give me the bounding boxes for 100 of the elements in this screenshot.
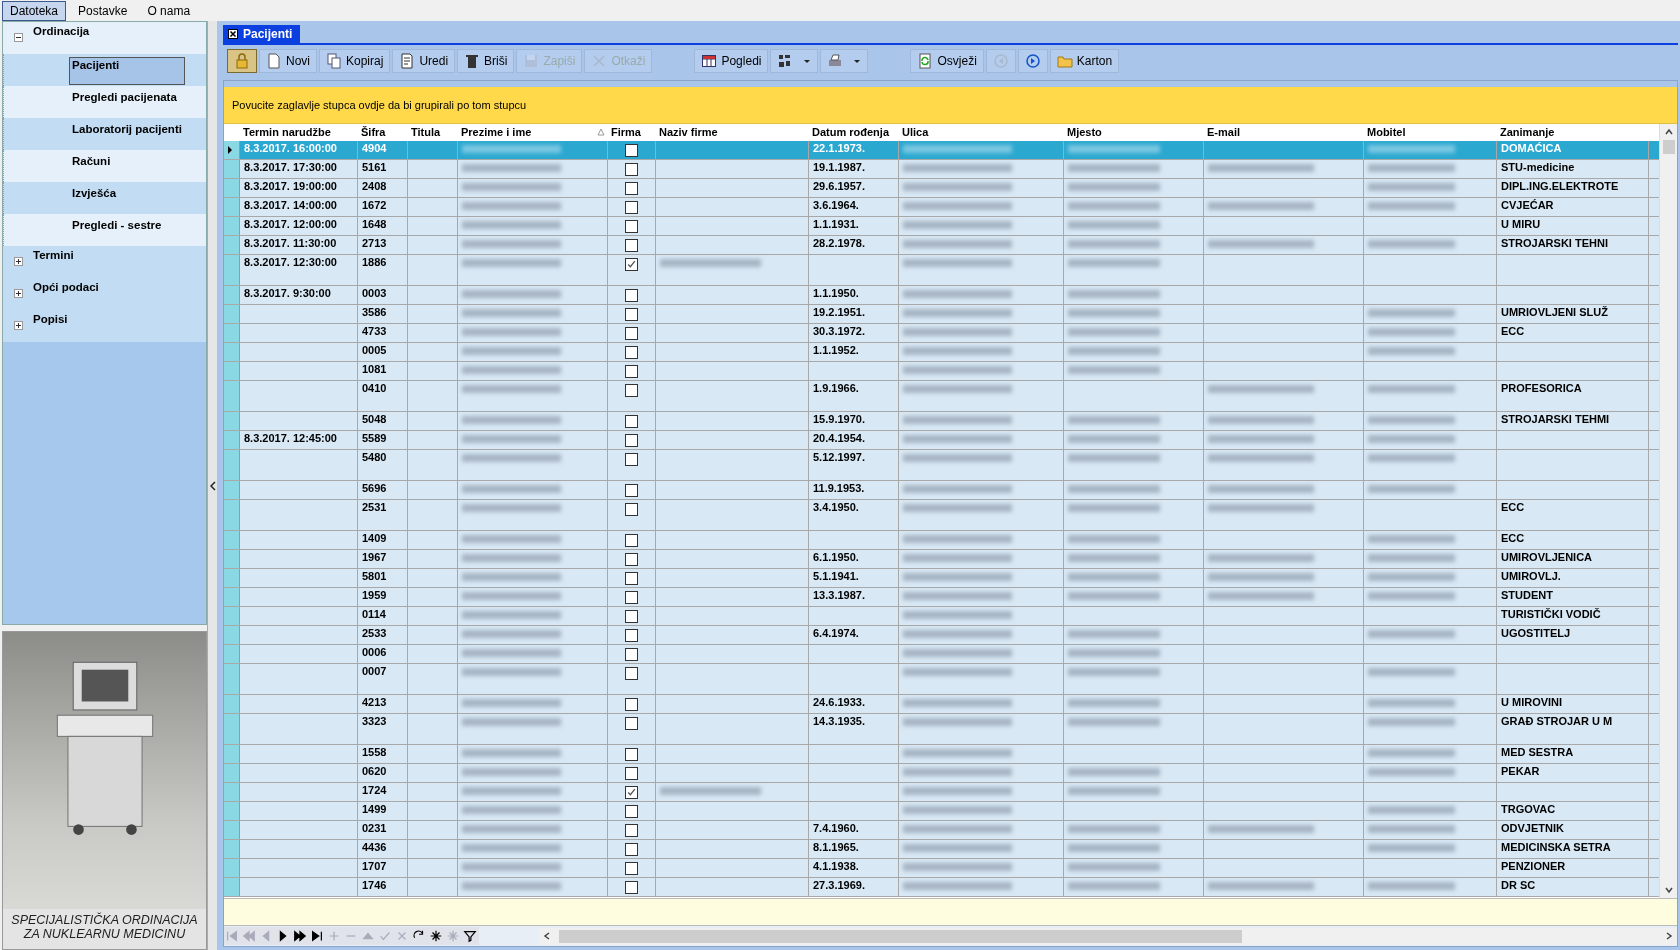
column-header[interactable]: Naziv firme	[656, 124, 809, 141]
toolbar-button[interactable]	[1017, 48, 1048, 73]
checkbox[interactable]	[625, 144, 638, 157]
checkbox[interactable]	[625, 239, 638, 252]
scroll-left-icon[interactable]	[542, 931, 552, 941]
checkbox[interactable]	[625, 484, 638, 497]
table-row[interactable]: 3323 14.3.1935. GRAĐ STROJAR U M	[224, 714, 1659, 745]
checkbox[interactable]	[625, 258, 638, 271]
table-row[interactable]: 2533 6.4.1974. UGOSTITELJ	[224, 626, 1659, 645]
toolbar-button[interactable]: Uredi	[392, 48, 456, 73]
scrollbar-thumb[interactable]	[559, 929, 1242, 943]
column-header[interactable]: E-mail	[1204, 124, 1364, 141]
table-row[interactable]: 0006	[224, 645, 1659, 664]
checkbox[interactable]	[625, 786, 638, 799]
checkbox[interactable]	[625, 717, 638, 730]
expander-icon[interactable]	[14, 321, 23, 330]
column-header[interactable]: Šifra	[358, 124, 408, 141]
table-row[interactable]: 5801 5.1.1941. UMIROVLJ.	[224, 569, 1659, 588]
checkbox[interactable]	[625, 805, 638, 818]
vertical-scrollbar[interactable]	[1659, 124, 1677, 898]
checkbox[interactable]	[625, 648, 638, 661]
checkbox[interactable]	[625, 748, 638, 761]
column-header[interactable]: Datum rođenja	[809, 124, 899, 141]
navigator-button[interactable]	[292, 927, 309, 945]
table-row[interactable]: 3586 19.2.1951. UMRIOVLJENI SLUŽ	[224, 305, 1659, 324]
checkbox[interactable]	[625, 327, 638, 340]
menu-item[interactable]: O nama	[139, 0, 199, 21]
scrollbar-thumb[interactable]	[1662, 140, 1675, 154]
checkbox[interactable]	[625, 610, 638, 623]
horizontal-scrollbar[interactable]	[539, 927, 1677, 945]
checkbox[interactable]	[625, 415, 638, 428]
checkbox[interactable]	[625, 824, 638, 837]
tree-item[interactable]: Popisi	[33, 313, 68, 325]
tree-item[interactable]: Opći podaci	[33, 281, 99, 293]
table-row[interactable]: 8.3.2017. 14:00:00 1672 3.6.1964. CVJEĆAR	[224, 198, 1659, 217]
table-row[interactable]: 4733 30.3.1972. ECC	[224, 324, 1659, 343]
column-header[interactable]: Prezime i ime	[458, 124, 608, 141]
tree-item[interactable]: Pacijenti	[69, 57, 185, 85]
table-row[interactable]: 0114 TURISTIČKI VODIČ	[224, 607, 1659, 626]
checkbox[interactable]	[625, 201, 638, 214]
document-tab[interactable]: Pacijenti	[223, 25, 301, 43]
column-header[interactable]: Firma	[608, 124, 656, 141]
toolbar-button[interactable]: Kopiraj	[319, 48, 391, 73]
table-row[interactable]: 0231 7.4.1960. ODVJETNIK	[224, 821, 1659, 840]
checkbox[interactable]	[625, 289, 638, 302]
table-row[interactable]: 0620 PEKAR	[224, 764, 1659, 783]
table-row[interactable]: 1081	[224, 362, 1659, 381]
checkbox[interactable]	[625, 767, 638, 780]
table-row[interactable]: 0410 1.9.1966. PROFESORICA	[224, 381, 1659, 412]
checkbox[interactable]	[625, 346, 638, 359]
table-row[interactable]: 5480 5.12.1997.	[224, 450, 1659, 481]
tree-item[interactable]: Termini	[33, 249, 74, 261]
toolbar-button[interactable]: Karton	[1049, 48, 1120, 73]
table-row[interactable]: 8.3.2017. 12:00:00 1648 1.1.1931. U MIRU	[224, 217, 1659, 236]
checkbox[interactable]	[625, 365, 638, 378]
tree-item[interactable]: Ordinacija	[33, 25, 90, 37]
menu-item[interactable]: Datoteka	[2, 0, 67, 21]
column-header[interactable]: Zanimanje	[1497, 124, 1649, 141]
table-row[interactable]: 1409 ECC	[224, 531, 1659, 550]
toolbar-button[interactable]	[770, 48, 819, 73]
checkbox[interactable]	[625, 698, 638, 711]
table-row[interactable]: 8.3.2017. 19:00:00 2408 29.6.1957. DIPL.ING.ELEKTROTE	[224, 179, 1659, 198]
close-icon[interactable]	[228, 29, 238, 39]
table-row[interactable]: 8.3.2017. 12:45:00 5589 20.4.1954.	[224, 431, 1659, 450]
toolbar-button[interactable]: Novi	[259, 48, 317, 73]
scroll-down-icon[interactable]	[1663, 885, 1674, 895]
scroll-up-icon[interactable]	[1663, 127, 1674, 137]
toolbar-button[interactable]: Osvježi	[910, 48, 984, 73]
checkbox[interactable]	[625, 553, 638, 566]
table-row[interactable]: 1499 TRGOVAC	[224, 802, 1659, 821]
checkbox[interactable]	[625, 629, 638, 642]
table-row[interactable]: 1707 4.1.1938. PENZIONER	[224, 859, 1659, 878]
column-header[interactable]: Ulica	[899, 124, 1064, 141]
checkbox[interactable]	[625, 384, 638, 397]
expander-icon[interactable]	[14, 33, 23, 42]
checkbox[interactable]	[625, 220, 638, 233]
toolbar-button[interactable]: Pogledi	[694, 48, 769, 73]
table-row[interactable]: 8.3.2017. 11:30:00 2713 28.2.1978. STROJARSKI TEHNI	[224, 236, 1659, 255]
expander-icon[interactable]	[14, 257, 23, 266]
checkbox[interactable]	[625, 881, 638, 894]
checkbox[interactable]	[625, 182, 638, 195]
expander-icon[interactable]	[14, 289, 23, 298]
column-header[interactable]: Mjesto	[1064, 124, 1204, 141]
row-indicator[interactable]	[224, 141, 240, 159]
checkbox[interactable]	[625, 163, 638, 176]
toolbar-button[interactable]: Briši	[457, 48, 515, 73]
table-row[interactable]: 5696 11.9.1953.	[224, 481, 1659, 500]
table-row[interactable]: 5048 15.9.1970. STROJARSKI TEHMI	[224, 412, 1659, 431]
checkbox[interactable]	[625, 667, 638, 680]
table-row[interactable]: 0005 1.1.1952.	[224, 343, 1659, 362]
table-row[interactable]: 4213 24.6.1933. U MIROVINI	[224, 695, 1659, 714]
column-header[interactable]: Mobitel	[1364, 124, 1497, 141]
table-row[interactable]: 2531 3.4.1950. ECC	[224, 500, 1659, 531]
checkbox[interactable]	[625, 453, 638, 466]
navigator-button[interactable]	[462, 927, 479, 945]
column-header[interactable]: Titula	[408, 124, 458, 141]
checkbox[interactable]	[625, 308, 638, 321]
scroll-right-icon[interactable]	[1664, 931, 1674, 941]
checkbox[interactable]	[625, 534, 638, 547]
navigator-button[interactable]	[309, 927, 326, 945]
